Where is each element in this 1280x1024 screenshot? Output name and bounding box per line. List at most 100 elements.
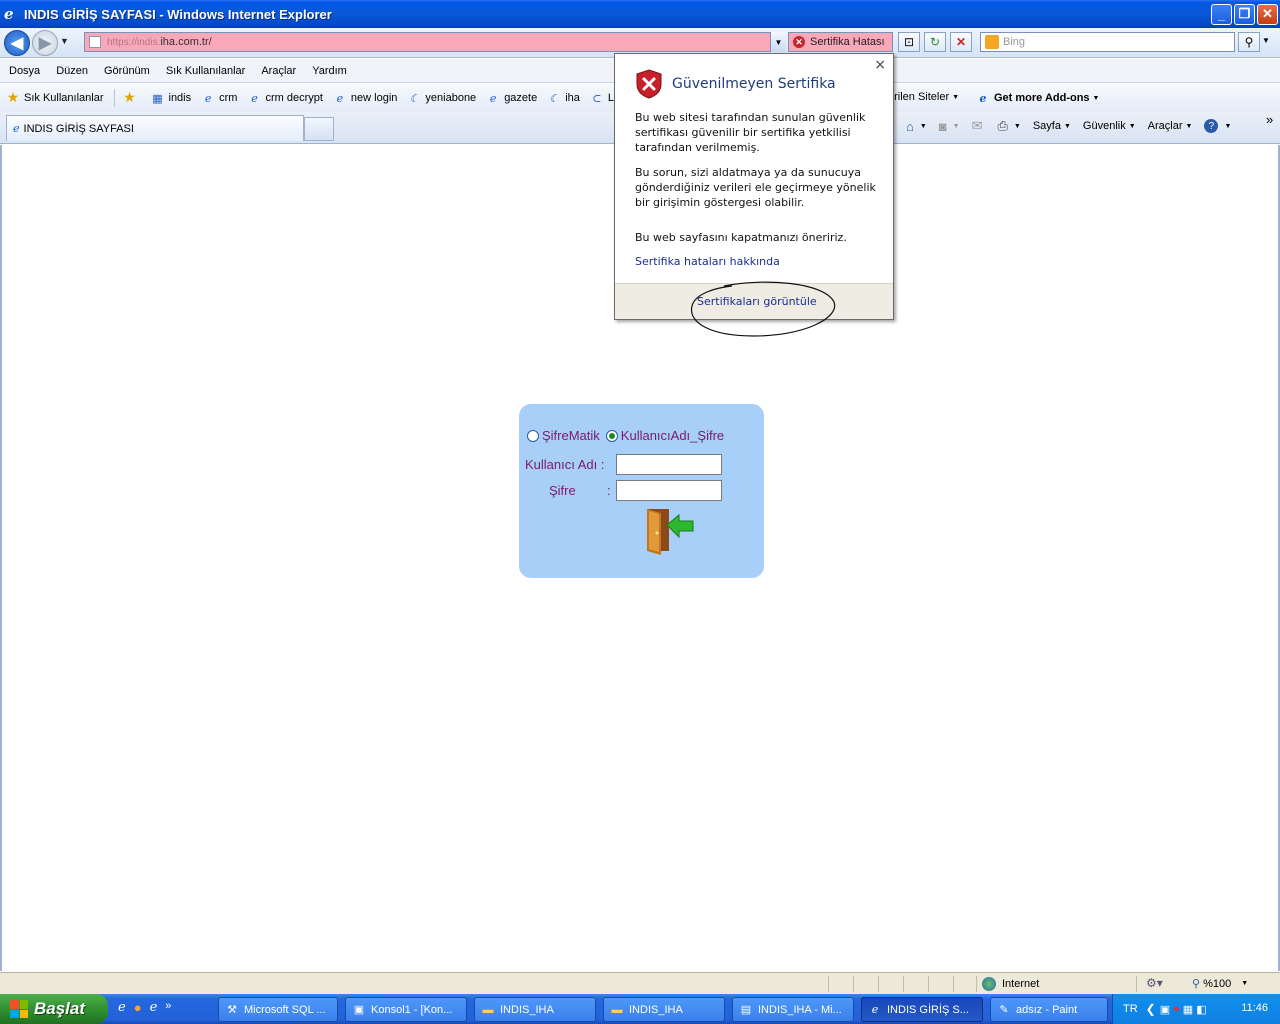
ie-page-icon: e [979,91,987,105]
task-folder-indis-iha-2[interactable]: ▬ INDIS_IHA [603,997,725,1022]
sifrematik-radio[interactable] [527,429,539,442]
menu-edit[interactable]: Düzen [56,65,88,77]
search-button[interactable]: ⚲ [1238,32,1260,52]
task-folder-indis-iha-1[interactable]: ▬ INDIS_IHA [474,997,596,1022]
certificate-errors-link[interactable]: Sertifika hataları hakkında [635,255,780,268]
folder-icon: ▬ [611,1003,623,1016]
status-divider [853,976,854,992]
safety-menu[interactable]: Güvenlik ▼ [1083,120,1136,132]
favorite-label: crm decrypt [265,92,323,104]
task-paint[interactable]: ✎ adsız - Paint [990,997,1108,1022]
site-icon: ☾ [409,91,420,105]
login-box: ŞifreMatik KullanıcıAdı_Şifre Kullanıcı … [519,404,764,578]
taskbar: Başlat e ● e » ⚒ Microsoft SQL ... ▣ Konso… [0,994,1280,1024]
ie-quicklaunch-icon[interactable]: e [118,1000,126,1015]
menu-view[interactable]: Görünüm [104,65,150,77]
ie-quicklaunch-icon-2[interactable]: e [150,1000,158,1015]
url-scheme: https://indis. [107,36,161,48]
forward-button[interactable]: ▶ [32,30,58,56]
favorite-link-crm-decrypt[interactable]: e crm decrypt [247,91,323,105]
task-sql-server[interactable]: ⚒ Microsoft SQL ... [218,997,338,1022]
firefox-quicklaunch-icon[interactable]: ● [134,1000,142,1015]
task-label: Microsoft SQL ... [244,1003,326,1016]
favorite-link-iha[interactable]: ☾ iha [547,91,580,105]
status-bar: Internet ⚙▾ ⚲ %100 ▼ [0,972,1280,994]
task-label: INDIS_IHA - Mi... [758,1003,842,1016]
compatibility-view-button[interactable]: ⊡ [898,32,920,52]
favorite-link-new-login[interactable]: e new login [333,91,398,105]
mail-button[interactable]: ✉ [972,118,986,134]
popup-text-2: Bu sorun, sizi aldatmaya ya da sunucuya … [635,166,876,209]
menu-file[interactable]: Dosya [9,65,40,77]
print-button[interactable]: ⎙ ▼ [998,118,1021,134]
stop-button[interactable]: ✕ [950,32,972,52]
tray-app-icon[interactable]: ▣ [1160,1003,1170,1016]
language-indicator[interactable]: TR [1123,1003,1138,1015]
password-label: Şifre [549,483,576,498]
task-indis-login-ie[interactable]: e INDIS GİRİŞ S... [861,997,983,1022]
search-options-dropdown[interactable]: ▼ [1262,36,1270,45]
favorite-label: yeniabone [425,92,477,104]
task-console[interactable]: ▣ Konsol1 - [Kon... [345,997,467,1022]
login-door-icon[interactable] [645,505,695,555]
refresh-button[interactable]: ↻ [924,32,946,52]
printer-icon: ⎙ [997,118,1008,133]
home-button[interactable]: ⌂ ▼ [906,119,927,134]
security-zone: Internet [982,977,1039,991]
username-input[interactable] [616,454,722,475]
clock: 11:46 [1241,1002,1268,1014]
task-label: adsız - Paint [1016,1003,1078,1016]
recent-pages-dropdown[interactable]: ▼ [60,36,69,46]
maximize-button[interactable]: ❐ [1234,3,1255,25]
favorite-link-indis[interactable]: ▦ indis [151,91,191,105]
menu-favorites[interactable]: Sık Kullanılanlar [166,65,246,77]
network-icon[interactable]: ▦ [1183,1003,1193,1016]
back-button[interactable]: ◀ [4,30,30,56]
feeds-button[interactable]: ◙ ▼ [939,119,960,134]
menu-tools[interactable]: Araçlar [261,65,296,77]
tab-indis-login[interactable]: e INDIS GİRİŞ SAYFASI [6,115,304,141]
favorite-link-gazete[interactable]: e gazete [486,91,537,105]
protected-mode-icon[interactable]: ⚙▾ [1146,976,1163,990]
favorite-link-yeniabone[interactable]: ☾ yeniabone [407,91,476,105]
page-menu-label: Sayfa [1032,120,1061,132]
password-input[interactable] [616,480,722,501]
minimize-button[interactable]: _ [1211,3,1232,25]
menu-help[interactable]: Yardım [312,65,347,77]
globe-icon [982,977,996,991]
favorites-divider [113,89,115,107]
star-icon: ★ [6,90,20,106]
tray-collapse-icon[interactable]: ❮ [1146,1002,1156,1016]
address-input[interactable]: https://indis. iha.com.tr/ [84,32,786,52]
close-button[interactable]: ✕ [1257,3,1278,25]
more-commands-chevron-icon[interactable]: » [1266,112,1273,127]
command-bar: ⌂ ▼ ◙ ▼ ✉ ⎙ ▼ Sayfa ▼ Güvenlik ▼ Araçlar ▼ ? ▼ [906,118,1243,134]
search-input[interactable]: Bing [980,32,1235,52]
get-addons-button[interactable]: e Get more Add-ons ▼ [976,91,1100,105]
zoom-button[interactable]: ⚲ %100 ▼ [1192,977,1248,991]
certificate-error-button[interactable]: ✕ Sertifika Hatası [788,32,893,52]
favorite-link-crm[interactable]: e crm [201,91,238,105]
suggested-sites-button[interactable]: erilen Siteler ▼ [888,91,959,103]
task-indis-iha-app[interactable]: ▤ INDIS_IHA - Mi... [732,997,854,1022]
app-icon: ▤ [740,1004,752,1016]
quicklaunch-more-chevron-icon[interactable]: » [165,1000,171,1015]
error-shield-icon [636,69,662,99]
favorite-label: gazete [504,92,538,104]
username-password-radio[interactable] [605,429,618,442]
paint-icon: ✎ [999,1004,1009,1016]
view-certificates-link[interactable]: Sertifikaları görüntüle [697,295,817,308]
username-label: Kullanıcı Adı : [525,457,605,472]
add-favorite-button[interactable]: ★ [123,90,141,106]
favorites-button[interactable]: ★ Sık Kullanılanlar [6,90,104,106]
address-dropdown-button[interactable]: ▼ [770,32,786,52]
tools-menu[interactable]: Araçlar ▼ [1148,120,1193,132]
ie-logo-icon: e [4,5,14,23]
volume-icon[interactable]: ◧ [1196,1003,1206,1016]
popup-close-button[interactable]: × [874,57,886,73]
start-button[interactable]: Başlat [0,994,108,1024]
antivirus-icon[interactable]: ● [1173,1003,1180,1015]
help-button[interactable]: ? ▼ [1204,119,1231,133]
new-tab-button[interactable] [304,117,334,141]
page-menu[interactable]: Sayfa ▼ [1033,120,1071,132]
